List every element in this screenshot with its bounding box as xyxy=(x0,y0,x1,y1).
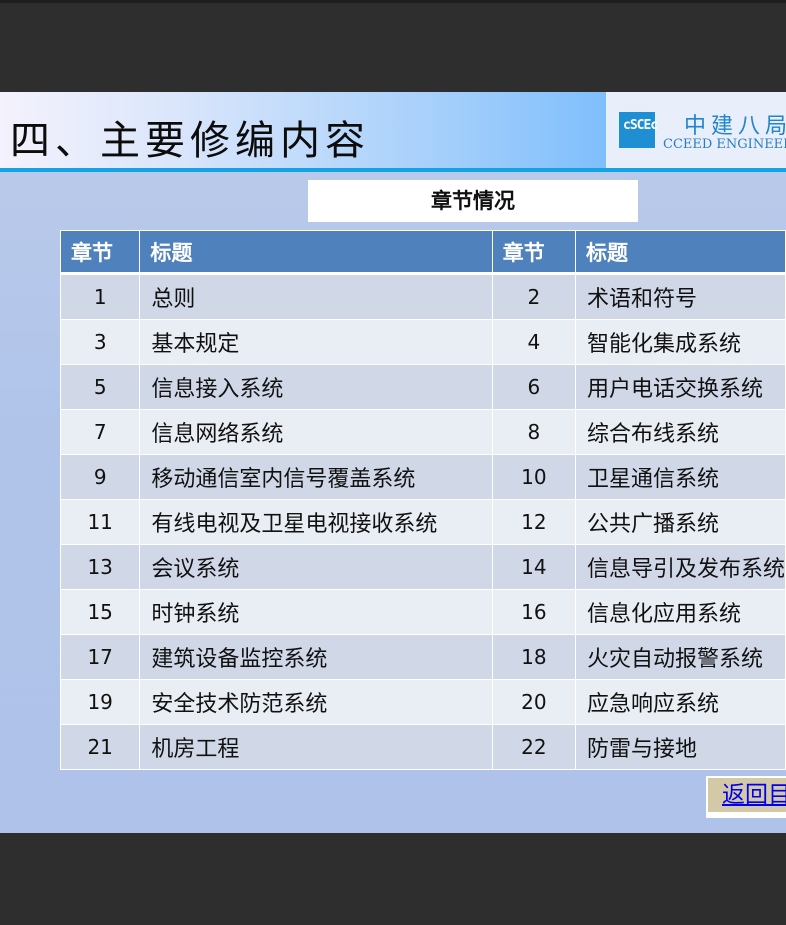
chapter-number-cell: 1 xyxy=(59,273,141,320)
chapter-title-cell: 火灾自动报警系统 xyxy=(574,634,786,680)
chapter-number-cell: 19 xyxy=(59,679,141,725)
chapter-table: 章节 标题 章节 标题 1 总则 2 术语和符号 3 基本规定 4 智能化集成系统 5 信息接入系… xyxy=(59,230,786,770)
chapter-number-cell: 11 xyxy=(59,499,141,545)
column-header-chapter: 章节 xyxy=(59,230,141,275)
section-subtitle: 章节情况 xyxy=(308,180,638,222)
logo-chinese-name: 中建八局 xyxy=(684,114,786,139)
chapter-title-cell: 综合布线系统 xyxy=(574,409,786,455)
chapter-number-cell: 22 xyxy=(491,724,576,770)
chapter-number-cell: 18 xyxy=(491,634,576,680)
column-header-title: 标题 xyxy=(139,230,493,275)
logo-english-name: CCEED ENGINEERI xyxy=(663,137,786,152)
chapter-number-cell: 10 xyxy=(491,454,576,500)
header-divider xyxy=(0,168,786,172)
table-row: 21 机房工程 22 防雷与接地 xyxy=(59,724,786,770)
window-top-edge xyxy=(0,0,786,3)
chapter-title-cell: 信息接入系统 xyxy=(139,364,493,410)
chapter-number-cell: 9 xyxy=(59,454,141,500)
table-row: 19 安全技术防范系统 20 应急响应系统 xyxy=(59,679,786,725)
table-row: 7 信息网络系统 8 综合布线系统 xyxy=(59,409,786,455)
chapter-title-cell: 建筑设备监控系统 xyxy=(139,634,493,680)
table-row: 1 总则 2 术语和符号 xyxy=(59,273,786,320)
chapter-title-cell: 时钟系统 xyxy=(139,589,493,635)
table-header-row: 章节 标题 章节 标题 xyxy=(59,230,786,275)
chapter-number-cell: 20 xyxy=(491,679,576,725)
chapter-number-cell: 7 xyxy=(59,409,141,455)
slide: 四、主要修编内容 cSCEc 中建八局 CCEED ENGINEERI 章节情况… xyxy=(0,92,786,833)
chapter-number-cell: 6 xyxy=(491,364,576,410)
chapter-number-cell: 5 xyxy=(59,364,141,410)
chapter-number-cell: 21 xyxy=(59,724,141,770)
chapter-title-cell: 公共广播系统 xyxy=(574,499,786,545)
table-row: 11 有线电视及卫星电视接收系统 12 公共广播系统 xyxy=(59,499,786,545)
chapter-title-cell: 信息化应用系统 xyxy=(574,589,786,635)
back-to-contents-link[interactable]: 返回目录 xyxy=(708,778,786,812)
column-header-title: 标题 xyxy=(574,230,786,275)
chapter-number-cell: 17 xyxy=(59,634,141,680)
chapter-title-cell: 信息导引及发布系统 xyxy=(574,544,786,590)
table-row: 13 会议系统 14 信息导引及发布系统 xyxy=(59,544,786,590)
table-row: 15 时钟系统 16 信息化应用系统 xyxy=(59,589,786,635)
chapter-title-cell: 移动通信室内信号覆盖系统 xyxy=(139,454,493,500)
chapter-number-cell: 12 xyxy=(491,499,576,545)
logo-mark-icon: cSCEc xyxy=(619,112,658,148)
chapter-title-cell: 用户电话交换系统 xyxy=(574,364,786,410)
chapter-number-cell: 14 xyxy=(491,544,576,590)
chapter-number-cell: 15 xyxy=(59,589,141,635)
table-row: 5 信息接入系统 6 用户电话交换系统 xyxy=(59,364,786,410)
slide-title: 四、主要修编内容 xyxy=(10,118,370,164)
chapter-title-cell: 卫星通信系统 xyxy=(574,454,786,500)
chapter-title-cell: 有线电视及卫星电视接收系统 xyxy=(139,499,493,545)
chapter-title-cell: 应急响应系统 xyxy=(574,679,786,725)
chapter-title-cell: 基本规定 xyxy=(139,319,493,365)
chapter-title-cell: 安全技术防范系统 xyxy=(139,679,493,725)
table-row: 9 移动通信室内信号覆盖系统 10 卫星通信系统 xyxy=(59,454,786,500)
chapter-number-cell: 13 xyxy=(59,544,141,590)
slide-header: 四、主要修编内容 cSCEc 中建八局 CCEED ENGINEERI xyxy=(0,92,786,168)
chapter-title-cell: 总则 xyxy=(139,273,493,320)
chapter-number-cell: 3 xyxy=(59,319,141,365)
table-row: 17 建筑设备监控系统 18 火灾自动报警系统 xyxy=(59,634,786,680)
chapter-number-cell: 8 xyxy=(491,409,576,455)
chapter-title-cell: 术语和符号 xyxy=(574,273,786,320)
back-link-frame: 返回目录 xyxy=(706,776,786,818)
chapter-title-cell: 机房工程 xyxy=(139,724,493,770)
chapter-number-cell: 4 xyxy=(491,319,576,365)
chapter-title-cell: 智能化集成系统 xyxy=(574,319,786,365)
chapter-title-cell: 信息网络系统 xyxy=(139,409,493,455)
company-logo: cSCEc 中建八局 CCEED ENGINEERI xyxy=(606,92,786,168)
chapter-number-cell: 2 xyxy=(491,273,576,320)
table-row: 3 基本规定 4 智能化集成系统 xyxy=(59,319,786,365)
chapter-number-cell: 16 xyxy=(491,589,576,635)
chapter-title-cell: 防雷与接地 xyxy=(574,724,786,770)
chapter-title-cell: 会议系统 xyxy=(139,544,493,590)
column-header-chapter: 章节 xyxy=(491,230,576,275)
